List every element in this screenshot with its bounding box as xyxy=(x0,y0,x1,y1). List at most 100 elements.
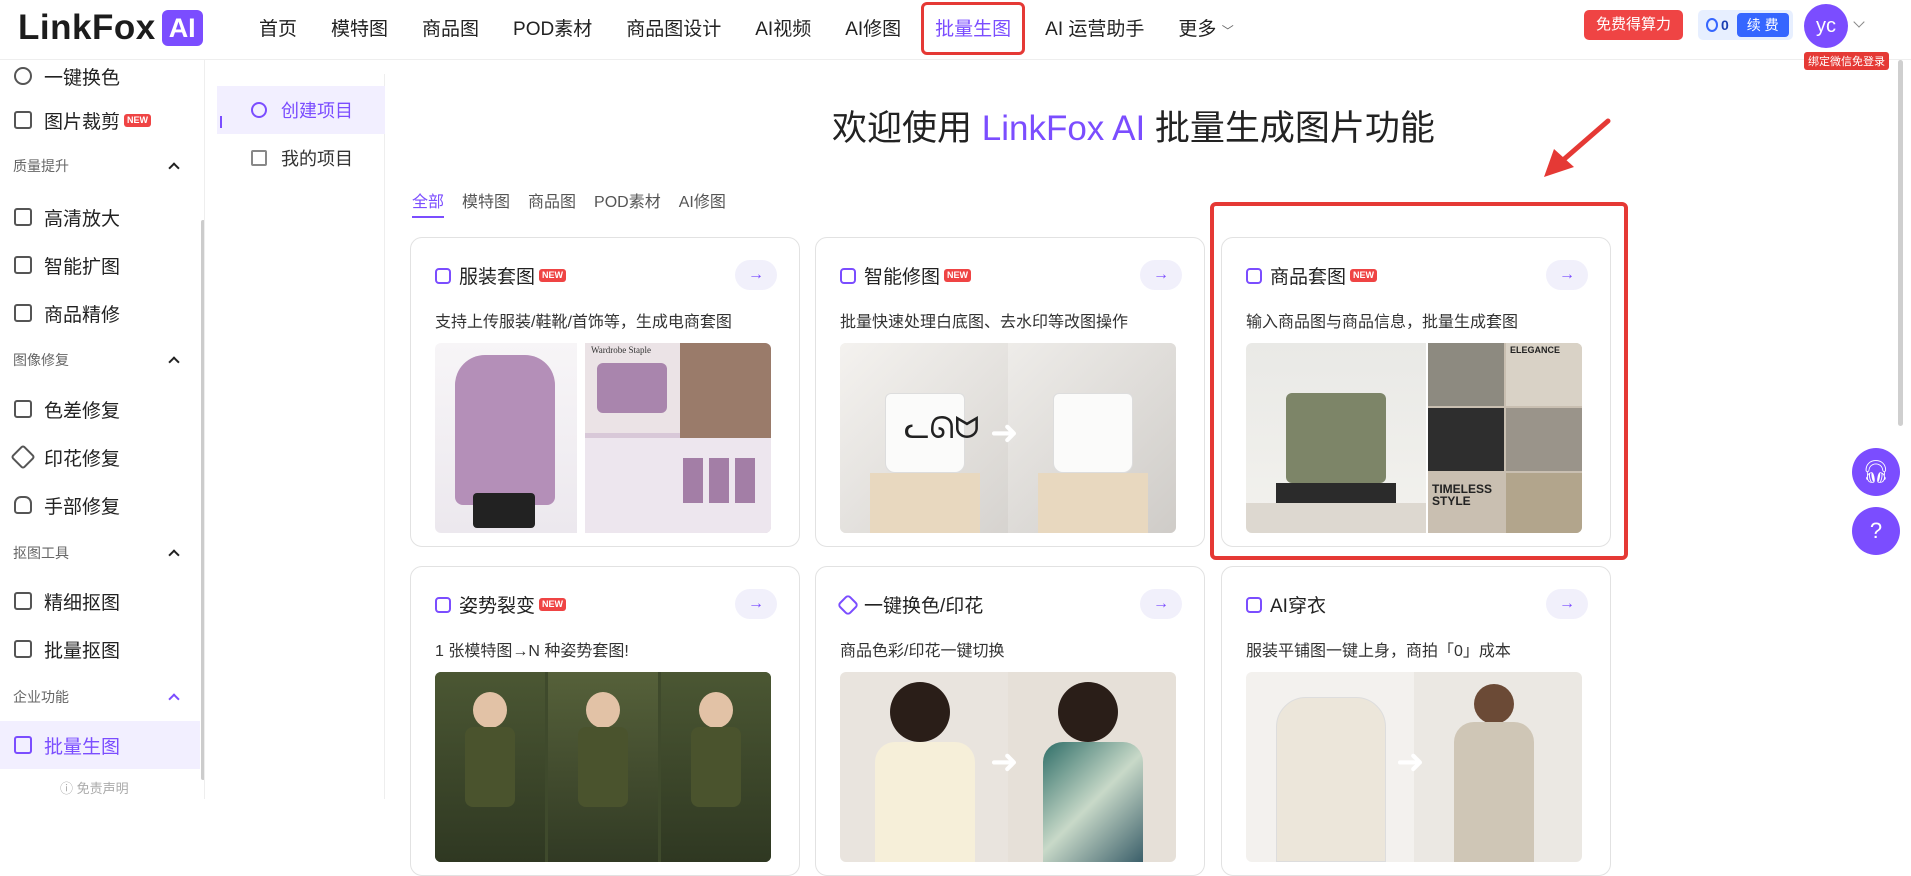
sidebar-item-label: 一键换色 xyxy=(44,67,121,89)
logo-text: LinkFox xyxy=(18,8,156,47)
card-ai-dressing[interactable]: AI穿衣 → 服装平铺图一键上身，商拍「0」成本 ➜ xyxy=(1221,566,1611,876)
chevron-up-icon xyxy=(168,356,180,368)
sparkle-icon xyxy=(10,444,36,470)
new-badge: NEW xyxy=(124,113,152,127)
page-scrollbar[interactable] xyxy=(1898,60,1903,426)
nav-model[interactable]: 模特图 xyxy=(329,8,390,47)
sidebar-item-label: 批量生图 xyxy=(44,736,121,758)
card-description: 批量快速处理白底图、去水印等改图操作 xyxy=(840,314,1129,331)
filter-ai-retouch[interactable]: AI修图 xyxy=(679,188,726,218)
nav-ai-retouch[interactable]: AI修图 xyxy=(843,8,903,47)
nav-ai-video[interactable]: AI视频 xyxy=(753,8,813,47)
sidebar-item-label: 精细抠图 xyxy=(44,592,121,614)
title-brand: LinkFox AI xyxy=(981,109,1146,148)
sparkle-icon xyxy=(836,593,860,616)
project-panel: 创建项目 我的项目 xyxy=(217,74,385,799)
active-indicator xyxy=(220,116,222,128)
sidebar-group-label: 抠图工具 xyxy=(13,545,69,561)
avatar[interactable]: yc xyxy=(1804,4,1848,48)
crop-icon xyxy=(14,111,32,129)
sidebar-item-hand-fix[interactable]: 手部修复 xyxy=(0,481,200,529)
card-description: 1 张模特图→N 种姿势套图! xyxy=(435,643,629,660)
card-header: 服装套图 NEW xyxy=(435,262,567,289)
sidebar-scrollbar[interactable] xyxy=(201,220,204,780)
sidebar-item-fine-cutout[interactable]: 精细抠图 xyxy=(0,577,200,625)
sidebar-item-label: 手部修复 xyxy=(44,496,121,518)
nav-design[interactable]: 商品图设计 xyxy=(624,8,723,47)
sidebar-group-repair[interactable]: 图像修复 xyxy=(0,347,200,373)
sidebar-group-cutout[interactable]: 抠图工具 xyxy=(0,540,200,566)
help-icon[interactable]: ? xyxy=(1852,507,1900,555)
sidebar-item-crop[interactable]: 图片裁剪 NEW xyxy=(0,96,200,144)
sidebar-item-batch-generate[interactable]: 批量生图 xyxy=(0,721,200,769)
card-header: 智能修图 NEW xyxy=(840,262,972,289)
arrow-right-icon[interactable]: → xyxy=(1140,589,1182,619)
sidebar: 一键换色 图片裁剪 NEW 质量提升 高清放大 智能扩图 商品精修 图像修复 色差… xyxy=(0,60,205,799)
image-icon xyxy=(14,736,32,754)
brush-icon xyxy=(14,400,32,418)
scissors-icon xyxy=(14,592,32,610)
card-title: 智能修图 xyxy=(864,267,941,288)
create-project-button[interactable]: 创建项目 xyxy=(217,86,385,134)
nav-batch-generate[interactable]: 批量生图 xyxy=(921,2,1026,55)
page-title: 欢迎使用 LinkFox AI 批量生成图片功能 xyxy=(832,100,1435,151)
filter-model[interactable]: 模特图 xyxy=(462,188,510,218)
sidebar-item-upscale[interactable]: 高清放大 xyxy=(0,193,200,241)
nav-pod[interactable]: POD素材 xyxy=(511,8,594,47)
logo[interactable]: LinkFox AI xyxy=(18,8,203,48)
card-title: 服装套图 xyxy=(459,267,536,288)
arrow-right-icon: ➜ xyxy=(990,414,1019,452)
card-header: AI穿衣 xyxy=(1246,591,1326,618)
sidebar-item-recolor[interactable]: 一键换色 xyxy=(0,60,200,100)
filter-all[interactable]: 全部 xyxy=(412,188,445,218)
sidebar-group-quality[interactable]: 质量提升 xyxy=(0,153,200,179)
chevron-up-icon xyxy=(168,693,180,705)
arrow-right-icon[interactable]: → xyxy=(1546,589,1588,619)
nav-ai-assistant[interactable]: AI 运营助手 xyxy=(1043,8,1146,47)
nav-home[interactable]: 首页 xyxy=(257,8,299,47)
chevron-down-icon[interactable] xyxy=(1853,16,1865,28)
bind-wechat-tag[interactable]: 绑定微信免登录 xyxy=(1804,52,1889,70)
card-preview-image: ➜ xyxy=(840,672,1176,862)
card-apparel-set[interactable]: 服装套图 NEW → 支持上传服装/鞋靴/首饰等，生成电商套图 Wardrobe … xyxy=(410,237,800,547)
scissors-icon xyxy=(14,640,32,658)
card-header: 一键换色/印花 xyxy=(836,591,983,618)
my-projects-link[interactable]: 我的项目 xyxy=(217,134,385,182)
disclaimer-link[interactable]: ⓘ 免责声明 xyxy=(60,778,129,797)
card-title: 姿势裂变 xyxy=(459,596,536,617)
sidebar-item-label: 商品精修 xyxy=(44,304,121,326)
sidebar-item-color-fix[interactable]: 色差修复 xyxy=(0,385,200,433)
plus-circle-icon xyxy=(251,102,267,118)
filter-product[interactable]: 商品图 xyxy=(528,188,576,218)
sidebar-item-expand[interactable]: 智能扩图 xyxy=(0,241,200,289)
nav-more[interactable]: 更多 ﹀ xyxy=(1176,8,1235,47)
renew-button[interactable]: 续 费 xyxy=(1736,13,1789,37)
points-widget[interactable]: 0 续 费 xyxy=(1698,10,1793,40)
sidebar-item-label: 高清放大 xyxy=(44,208,121,230)
arrow-right-icon[interactable]: → xyxy=(1140,260,1182,290)
sidebar-item-label: 印花修复 xyxy=(44,448,121,470)
free-credits-button[interactable]: 免费得算力 xyxy=(1584,10,1684,40)
card-pose-variation[interactable]: 姿势裂变 NEW → 1 张模特图→N 种姿势套图! xyxy=(410,566,800,876)
sidebar-group-label: 企业功能 xyxy=(13,689,69,705)
sidebar-item-batch-cutout[interactable]: 批量抠图 xyxy=(0,625,200,673)
filter-pod[interactable]: POD素材 xyxy=(594,188,661,218)
headset-icon[interactable]: 🎧︎ xyxy=(1852,448,1900,496)
sidebar-item-refine[interactable]: 商品精修 xyxy=(0,289,200,337)
sidebar-item-print-fix[interactable]: 印花修复 xyxy=(0,433,200,481)
points-value: 0 xyxy=(1721,17,1729,33)
sidebar-group-enterprise[interactable]: 企业功能 xyxy=(0,684,200,710)
arrow-right-icon[interactable]: → xyxy=(735,589,777,619)
sidebar-group-label: 图像修复 xyxy=(13,352,69,368)
arrow-right-icon: ➜ xyxy=(1396,743,1425,781)
hand-icon xyxy=(14,496,32,514)
arrow-right-icon[interactable]: → xyxy=(735,260,777,290)
annotation-arrow-icon xyxy=(1544,118,1611,177)
nav-product[interactable]: 商品图 xyxy=(420,8,481,47)
card-recolor-print[interactable]: 一键换色/印花 → 商品色彩/印花一键切换 ➜ xyxy=(815,566,1205,876)
apparel-icon xyxy=(435,267,451,284)
card-preview-image xyxy=(435,672,771,862)
card-title: AI穿衣 xyxy=(1270,596,1326,617)
card-smart-retouch[interactable]: 智能修图 NEW → 批量快速处理白底图、去水印等改图操作 ᓚᘏᗢ ➜ xyxy=(815,237,1205,547)
sidebar-item-label: 智能扩图 xyxy=(44,256,121,278)
